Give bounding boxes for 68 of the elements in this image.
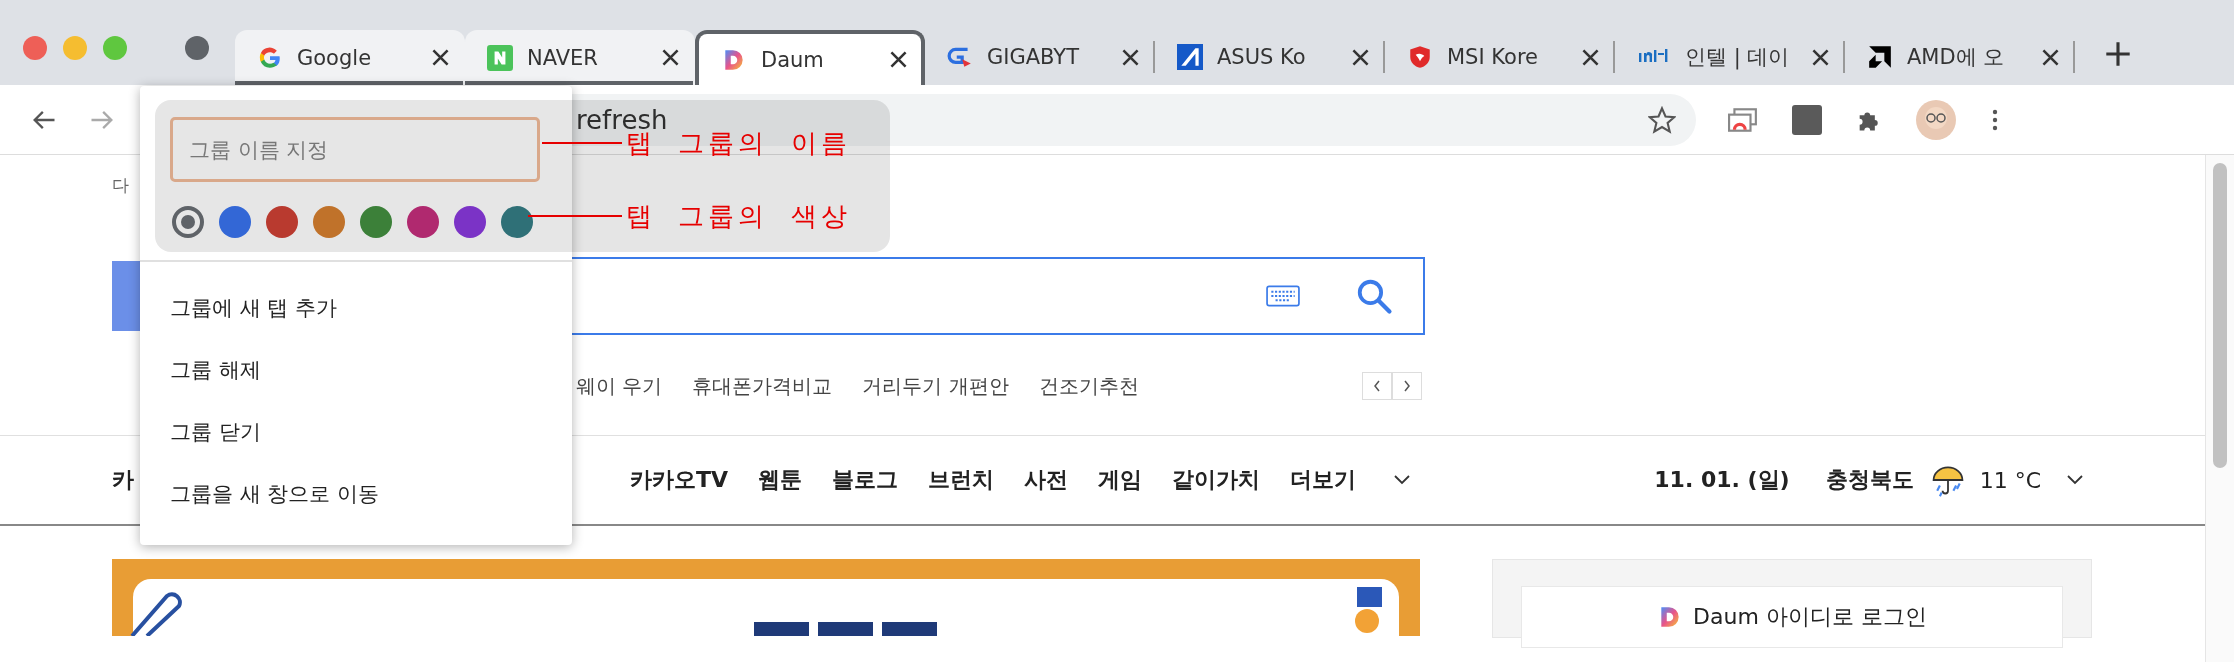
- trending-search-link[interactable]: 거리두기 개편안: [862, 372, 1009, 400]
- cast-icon[interactable]: [1728, 105, 1758, 134]
- close-tab-icon[interactable]: [2042, 48, 2059, 66]
- close-tab-icon[interactable]: [1352, 48, 1369, 66]
- color-swatch[interactable]: [407, 206, 439, 238]
- arrow-logo-icon: [1867, 44, 1893, 70]
- menu-item[interactable]: 그룹에 새 탭 추가: [140, 277, 572, 339]
- color-swatch[interactable]: [266, 206, 298, 238]
- nav-link[interactable]: 웹툰: [758, 465, 803, 495]
- color-swatch[interactable]: [454, 206, 486, 238]
- browser-tab[interactable]: NAVER: [465, 30, 695, 85]
- chevron-left-icon: [1372, 379, 1382, 393]
- slash-logo-icon: [1177, 44, 1203, 70]
- menu-icon[interactable]: [1992, 107, 1998, 132]
- nav-link[interactable]: 카카오TV: [630, 465, 729, 495]
- new-tab-icon[interactable]: [2105, 41, 2131, 67]
- color-swatch[interactable]: [360, 206, 392, 238]
- close-tab-icon[interactable]: [890, 51, 907, 68]
- trending-search-link[interactable]: 웨이 우기: [576, 372, 663, 400]
- nav-link[interactable]: 더보기: [1290, 465, 1357, 495]
- color-swatch[interactable]: [219, 206, 251, 238]
- chevron-right-icon: [1402, 379, 1412, 393]
- close-window-button[interactable]: [23, 36, 47, 60]
- nav-link[interactable]: 사전: [1024, 465, 1069, 495]
- menu-item[interactable]: 그룹 닫기: [140, 401, 572, 463]
- nav-link[interactable]: 같이가치: [1172, 465, 1261, 495]
- login-button[interactable]: Daum 아이디로 로그인: [1521, 586, 2063, 648]
- date-text: 11. 01. (일): [1654, 466, 1790, 494]
- nav-link[interactable]: 카: [112, 465, 134, 495]
- tab-group-chip[interactable]: [185, 36, 209, 60]
- menu-item[interactable]: 그룹을 새 창으로 이동: [140, 463, 572, 525]
- color-swatch[interactable]: [313, 206, 345, 238]
- previous-button[interactable]: [1362, 372, 1392, 400]
- nav-link[interactable]: 브런치: [928, 465, 995, 495]
- bookmark-star-icon[interactable]: [1648, 105, 1676, 134]
- browser-tab[interactable]: 인텔 | 데이: [1615, 41, 1845, 73]
- color-swatch[interactable]: [501, 206, 533, 238]
- close-tab-icon[interactable]: [1122, 48, 1139, 66]
- browser-tab[interactable]: Google: [235, 30, 465, 85]
- nav-link[interactable]: 블로그: [832, 465, 899, 495]
- chevron-down-icon[interactable]: [2067, 475, 2083, 485]
- n-logo-icon: [487, 44, 513, 71]
- next-button[interactable]: [1392, 372, 1422, 400]
- browser-tab[interactable]: GIGABYT: [925, 41, 1155, 73]
- browser-tab[interactable]: ASUS Ko: [1155, 41, 1385, 73]
- trending-search-link[interactable]: 건조기추천: [1038, 372, 1139, 400]
- close-tab-icon[interactable]: [662, 49, 679, 66]
- nav-link[interactable]: 게임: [1098, 465, 1143, 495]
- chevron-down-icon[interactable]: [1394, 475, 1411, 485]
- group-name-field[interactable]: 그룹 이름 지정: [170, 117, 540, 182]
- close-tab-icon[interactable]: [1582, 48, 1599, 66]
- profile-avatar[interactable]: [1916, 99, 1956, 140]
- header-text: 다: [112, 173, 129, 197]
- menu-item[interactable]: 그룹 해제: [140, 339, 572, 401]
- shield-logo-icon: [1407, 44, 1433, 70]
- close-tab-icon[interactable]: [432, 49, 449, 66]
- keyboard-icon[interactable]: [1266, 285, 1300, 307]
- trending-search-link[interactable]: 휴대폰가격비교: [692, 372, 833, 400]
- browser-tab[interactable]: MSI Kore: [1385, 41, 1615, 73]
- browser-tab[interactable]: AMD에 오: [1845, 41, 2075, 73]
- close-tab-icon[interactable]: [1812, 48, 1829, 66]
- scrollbar-thumb[interactable]: [2213, 163, 2227, 468]
- region-text: 충청북도: [1825, 466, 1914, 494]
- annotation-text: 탭 그룹의 색상: [626, 199, 851, 233]
- search-icon[interactable]: [1355, 277, 1393, 315]
- temperature-text: 11 °C: [1979, 467, 2041, 493]
- color-swatch[interactable]: [172, 206, 204, 238]
- browser-tab[interactable]: Daum: [695, 30, 925, 85]
